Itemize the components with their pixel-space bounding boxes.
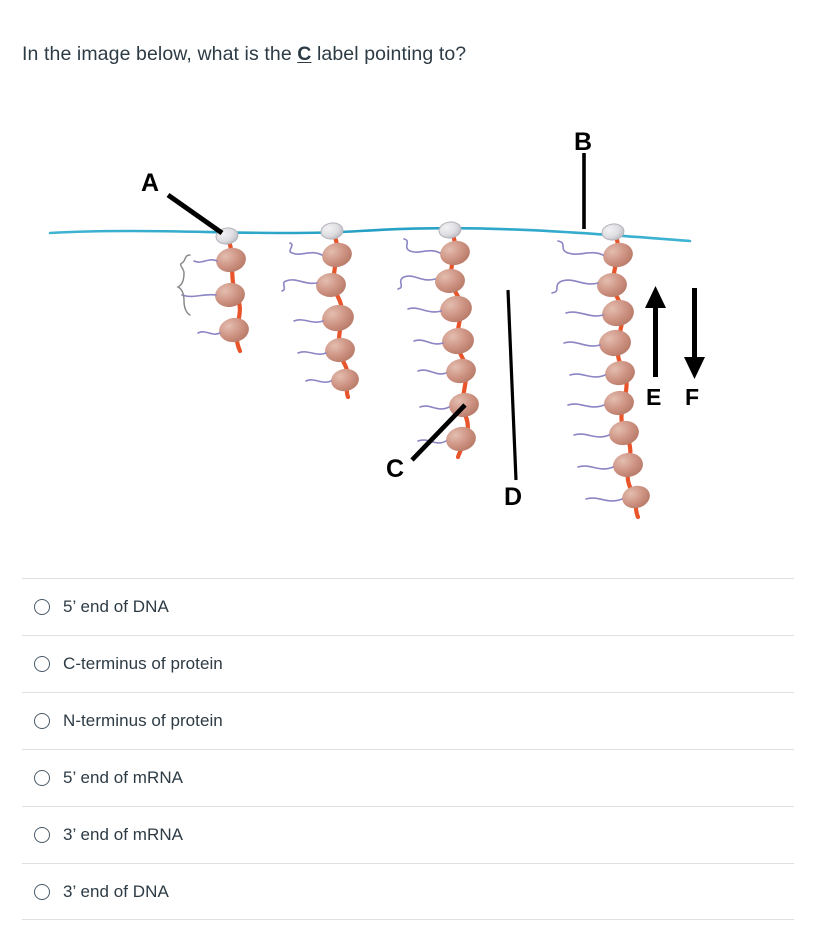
answer-option-label: 3’ end of DNA [63,881,169,901]
question-prompt: In the image below, what is the C label … [22,41,466,67]
label-b: B [574,128,592,156]
answer-option-label: 3’ end of mRNA [63,825,184,844]
answer-option-row[interactable]: 5’ end of mRNA [22,749,794,806]
polypeptide-group-3 [397,238,450,444]
rna-polymerase-4 [601,223,625,241]
quiz-question-page: In the image below, what is the C label … [0,0,816,937]
label-f: F [685,384,699,410]
answer-option-label: 5’ end of DNA [63,597,169,616]
question-text-after: label pointing to? [311,43,467,65]
label-d: D [504,483,522,511]
answer-option-row[interactable]: 5’ end of DNA [22,578,794,635]
dna-strand [48,226,692,243]
transcription-translation-diagram: A B C D E F [0,105,816,535]
ribosome-group-1 [215,247,249,343]
answer-option-label: 5’ end of mRNA [63,768,184,787]
radio-button-icon[interactable] [34,827,50,843]
question-text-before: In the image below, what is the [22,43,298,65]
radio-button-icon[interactable] [34,770,50,786]
radio-button-icon[interactable] [34,713,50,729]
radio-button-icon[interactable] [34,656,50,672]
answer-option-row[interactable]: N-terminus of protein [22,692,794,749]
answer-options-list: 5’ end of DNA C-terminus of protein N-te… [0,578,816,920]
answer-option-row[interactable]: 3’ end of DNA [22,863,794,920]
pointer-lines [166,153,586,481]
pointer-line-d [506,289,518,481]
answer-option-label: C-terminus of protein [63,654,223,673]
rna-polymerase-2 [320,222,344,240]
arrow-down-icon [684,288,705,379]
direction-arrows [645,286,705,379]
polypeptide-group-2 [281,242,332,383]
answer-option-row[interactable]: C-terminus of protein [22,635,794,692]
rna-polymerase-3 [438,221,462,239]
arrow-up-icon [645,286,666,377]
polypeptide-group-1 [181,259,221,335]
transcription-unit-4 [551,223,650,520]
question-emphasis-label: C [297,43,312,65]
transcription-unit-1 [176,227,249,354]
transcription-unit-2 [281,222,359,400]
answer-option-label: N-terminus of protein [63,711,223,730]
label-c: C [386,455,404,483]
label-e: E [646,384,661,410]
pointer-line-a [166,192,224,236]
ribosome-group-3 [435,240,479,452]
ribosome-group-2 [316,242,359,392]
radio-button-icon[interactable] [34,599,50,615]
answer-option-row[interactable]: 3’ end of mRNA [22,806,794,863]
label-a: A [141,169,159,197]
protein-bracket [176,254,191,316]
transcription-unit-3 [397,221,479,460]
radio-button-icon[interactable] [34,883,50,900]
